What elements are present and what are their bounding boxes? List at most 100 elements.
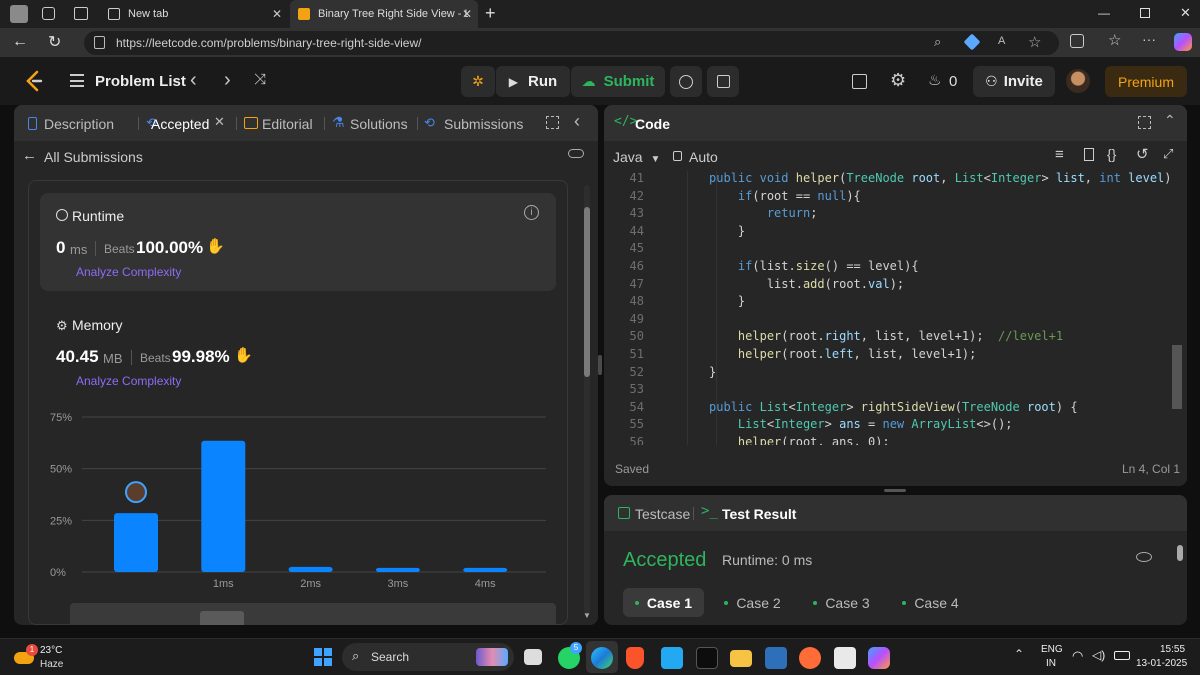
new-tab-button[interactable]: + [485,3,496,24]
refresh-icon[interactable]: ↻ [48,32,61,52]
debug-button[interactable]: ✲ [461,66,495,97]
tab-test-result[interactable]: Test Result [722,506,796,522]
extensions-icon[interactable] [1070,34,1084,48]
code-line[interactable]: 50 helper(root.right, list, level+1); //… [604,329,1164,347]
distribution-bar[interactable] [201,440,246,572]
back-arrow-icon[interactable]: ← [22,147,37,164]
mode-label[interactable]: Auto [689,149,718,165]
more-icon[interactable]: ··· [1142,31,1156,47]
terminal-app-icon[interactable] [696,647,718,669]
edge-icon[interactable] [591,647,613,669]
code-line[interactable]: 41 public void helper(TreeNode root, Lis… [604,171,1172,189]
premium-button[interactable]: Premium [1105,66,1187,97]
tab-editorial[interactable]: Editorial [262,116,313,132]
address-bar[interactable]: https://leetcode.com/problems/binary-tre… [84,31,1059,55]
shuffle-icon[interactable]: ⤨ [254,71,266,88]
case-tab-2[interactable]: Case 2 [712,588,793,617]
tab-accepted[interactable]: Accepted [151,116,209,132]
region-code[interactable]: IN [1046,658,1056,669]
store-icon[interactable] [834,647,856,669]
file-explorer-icon[interactable] [730,650,752,667]
show-hidden-icons[interactable]: ⌃ [1014,647,1024,661]
distribution-bar[interactable] [463,567,508,572]
copilot-icon[interactable] [1174,33,1192,51]
workspaces-icon[interactable] [42,7,55,20]
user-avatar[interactable] [1066,69,1090,93]
collapse-up-icon[interactable]: ⌃ [1164,112,1176,129]
scrollbar-thumb[interactable] [584,207,590,377]
layout-icon[interactable] [852,74,867,89]
maximize-button[interactable] [1140,8,1150,18]
read-aloud-icon[interactable]: A [998,35,1005,47]
link-icon[interactable] [568,149,584,158]
language-code[interactable]: ENG [1041,644,1063,655]
volume-icon[interactable]: ◁) [1092,648,1105,662]
editor-scrollbar[interactable] [1172,345,1182,409]
all-submissions-link[interactable]: All Submissions [44,149,143,165]
start-button[interactable] [314,648,332,666]
invite-button[interactable]: ⚇ Invite [973,66,1055,97]
task-view-icon[interactable] [524,649,542,665]
result-scrollbar[interactable] [1177,545,1183,561]
streak-fire-icon[interactable]: ♨ [928,71,941,89]
chart-range-handle[interactable] [200,611,244,625]
code-line[interactable]: 56 helper(root, ans, 0); [604,435,1164,445]
clock-time[interactable]: 15:55 [1160,644,1185,655]
brave-icon[interactable] [626,647,644,669]
settings-gear-icon[interactable]: ⚙ [890,70,906,91]
distribution-bar[interactable] [114,513,158,572]
tab-solutions[interactable]: Solutions [350,116,408,132]
taskbar-search[interactable]: ⌕ Search [342,643,514,671]
battery-icon[interactable] [1114,651,1130,660]
collapse-left-icon[interactable]: ‹ [574,111,580,132]
profile-avatar[interactable] [10,5,28,23]
eye-icon[interactable] [1136,552,1152,562]
close-window-button[interactable]: ✕ [1180,5,1191,21]
case-tab-1[interactable]: Case 1 [623,588,704,617]
code-editor[interactable]: 41 public void helper(TreeNode root, Lis… [604,171,1172,445]
bookmark-icon[interactable] [1084,148,1094,161]
reset-icon[interactable]: ↺ [1136,145,1149,163]
code-line[interactable]: 54 public List<Integer> rightSideView(Tr… [604,400,1164,418]
code-line[interactable]: 52 } [604,365,1164,383]
close-icon[interactable]: ✕ [272,7,282,21]
vscode-icon[interactable] [661,647,683,669]
code-line[interactable]: 55 List<Integer> ans = new ArrayList<>()… [604,417,1164,435]
tab-description[interactable]: Description [44,116,114,132]
case-tab-4[interactable]: Case 4 [890,588,971,617]
list-icon[interactable] [70,74,84,87]
close-icon[interactable]: ✕ [462,7,472,21]
code-line[interactable]: 44 } [604,224,1164,242]
chart-range-track[interactable] [70,603,556,625]
clock-date[interactable]: 13-01-2025 [1136,658,1187,669]
code-line[interactable]: 46 if(list.size() == level){ [604,259,1164,277]
code-line[interactable]: 49 [604,312,1164,330]
leetcode-logo[interactable] [24,70,44,92]
maximize-icon[interactable] [1138,116,1151,129]
timer-button[interactable] [670,66,702,97]
tab-leetcode[interactable]: Binary Tree Right Side View - Leet ✕ [290,0,478,28]
close-tab-icon[interactable]: ✕ [214,114,225,130]
next-problem-icon[interactable]: › [224,69,231,92]
analyze-complexity-link[interactable]: Analyze Complexity [76,374,181,388]
tab-testcase[interactable]: Testcase [635,506,690,522]
tag-icon[interactable] [963,33,981,51]
run-button[interactable]: ▶ Run [496,66,570,97]
code-line[interactable]: 47 list.add(root.val); [604,277,1164,295]
code-line[interactable]: 53 [604,382,1164,400]
minimize-button[interactable]: — [1098,6,1110,20]
tab-new-tab[interactable]: New tab ✕ [100,0,288,28]
distribution-bar[interactable] [288,566,333,572]
favorite-icon[interactable]: ☆ [1028,33,1041,51]
braces-icon[interactable]: {} [1107,146,1116,162]
zoom-icon[interactable]: ⌕ [934,34,941,50]
code-line[interactable]: 45 [604,241,1164,259]
wifi-icon[interactable]: ◠ [1072,648,1083,664]
code-line[interactable]: 51 helper(root.left, list, level+1); [604,347,1164,365]
tab-submissions[interactable]: Submissions [444,116,523,132]
postman-icon[interactable] [799,647,821,669]
scroll-down-icon[interactable]: ▼ [583,611,591,620]
problem-list-link[interactable]: Problem List [95,73,186,90]
maximize-icon[interactable] [546,116,559,129]
format-icon[interactable]: ≡ [1055,146,1064,163]
